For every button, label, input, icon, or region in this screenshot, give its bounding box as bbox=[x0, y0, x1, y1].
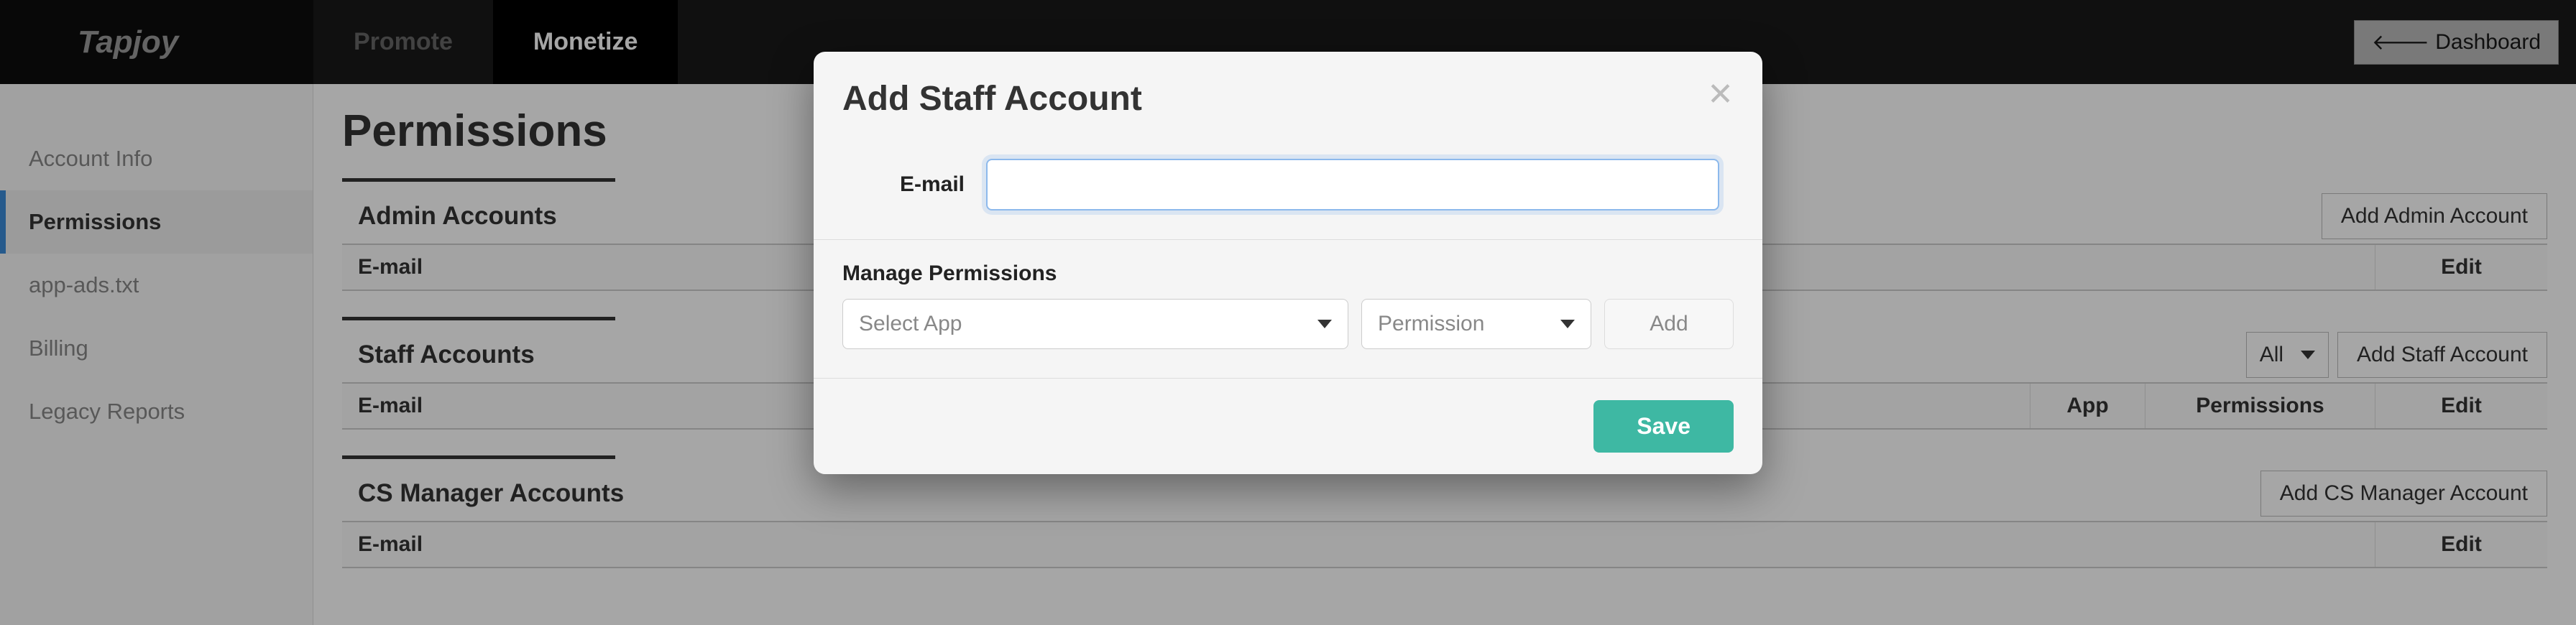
modal-body: E-mail Manage Permissions Select App Per… bbox=[814, 159, 1762, 378]
close-icon[interactable]: ✕ bbox=[1707, 79, 1734, 111]
email-row: E-mail bbox=[842, 159, 1734, 210]
add-permission-button[interactable]: Add bbox=[1604, 299, 1734, 349]
permissions-row: Select App Permission Add bbox=[842, 299, 1734, 349]
modal-title: Add Staff Account bbox=[842, 79, 1142, 119]
add-staff-account-modal: Add Staff Account ✕ E-mail Manage Permis… bbox=[814, 52, 1762, 474]
save-button[interactable]: Save bbox=[1593, 400, 1734, 453]
select-app-dropdown[interactable]: Select App bbox=[842, 299, 1348, 349]
divider bbox=[814, 239, 1762, 240]
email-label: E-mail bbox=[842, 172, 986, 197]
email-field[interactable] bbox=[986, 159, 1719, 210]
modal-footer: Save bbox=[814, 378, 1762, 474]
select-permission-dropdown[interactable]: Permission bbox=[1361, 299, 1591, 349]
permission-placeholder: Permission bbox=[1378, 312, 1484, 336]
modal-header: Add Staff Account ✕ bbox=[814, 52, 1762, 159]
chevron-down-icon bbox=[1560, 320, 1575, 328]
manage-permissions-label: Manage Permissions bbox=[842, 261, 1734, 286]
chevron-down-icon bbox=[1317, 320, 1332, 328]
select-app-placeholder: Select App bbox=[859, 312, 962, 336]
